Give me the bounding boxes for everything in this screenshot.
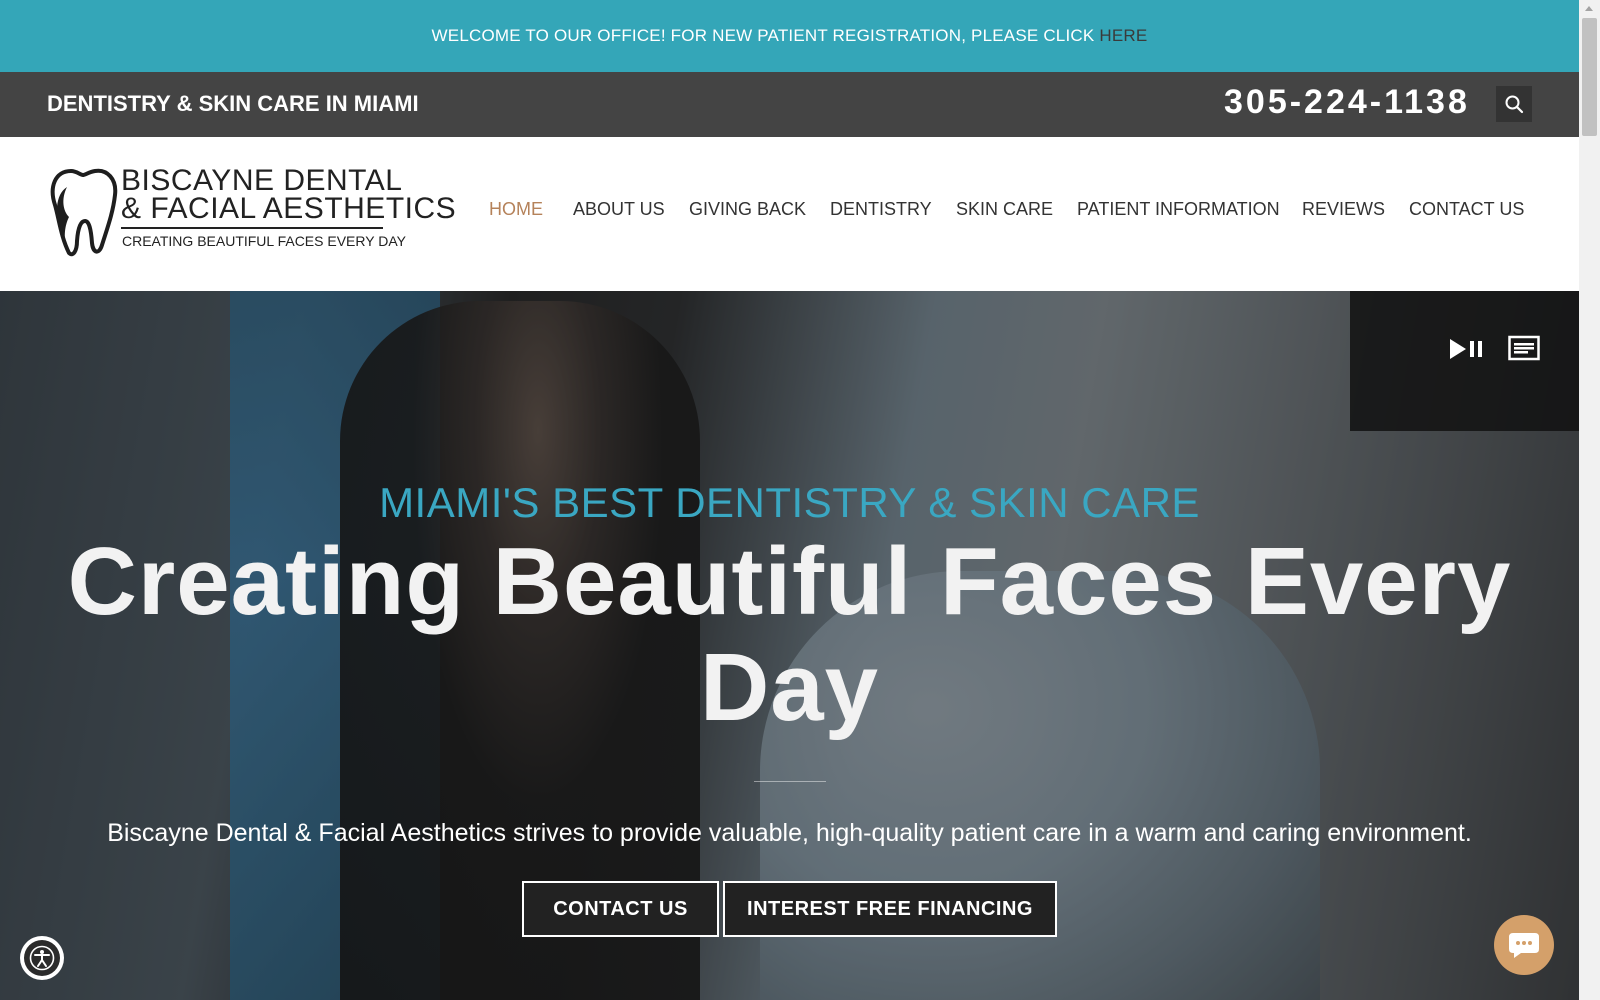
chat-icon — [1509, 933, 1539, 958]
scrollbar-thumb[interactable] — [1582, 18, 1597, 136]
accessibility-icon — [29, 945, 55, 971]
hero-subtext: Biscayne Dental & Facial Aesthetics stri… — [107, 819, 1472, 847]
nav-contact-us[interactable]: CONTACT US — [1409, 199, 1524, 220]
captions-icon — [1508, 335, 1540, 361]
play-pause-button[interactable] — [1448, 337, 1484, 361]
nav-patient-information[interactable]: PATIENT INFORMATION — [1077, 199, 1280, 220]
hero-headline: Creating Beautiful Faces Every Day — [67, 528, 1512, 741]
scroll-up-arrow-icon[interactable] — [1585, 6, 1593, 11]
site-header: BISCAYNE DENTAL & FACIAL AESTHETICS CREA… — [0, 137, 1579, 291]
play-pause-icon — [1450, 339, 1482, 359]
nav-dentistry[interactable]: DENTISTRY — [830, 199, 932, 220]
hero-kicker: MIAMI'S BEST DENTISTRY & SKIN CARE — [379, 479, 1200, 526]
search-icon — [1505, 95, 1524, 114]
announcement-text: WELCOME TO OUR OFFICE! FOR NEW PATIENT R… — [431, 26, 1095, 45]
chat-button[interactable] — [1494, 915, 1554, 975]
phone-number[interactable]: 305-224-1138 — [1224, 83, 1470, 122]
registration-link[interactable]: HERE — [1099, 26, 1147, 46]
nav-about-us[interactable]: ABOUT US — [573, 199, 665, 220]
nav-giving-back[interactable]: GIVING BACK — [689, 199, 806, 220]
nav-reviews[interactable]: REVIEWS — [1302, 199, 1385, 220]
page: WELCOME TO OUR OFFICE! FOR NEW PATIENT R… — [0, 0, 1579, 1000]
hero-section: MIAMI'S BEST DENTISTRY & SKIN CARE Creat… — [0, 291, 1579, 1000]
nav-home[interactable]: HOME — [489, 199, 543, 220]
logo-slogan: CREATING BEAUTIFUL FACES EVERY DAY — [122, 233, 406, 249]
accessibility-button[interactable] — [20, 936, 64, 980]
accessibility-badge — [24, 940, 60, 976]
site-tagline: DENTISTRY & SKIN CARE IN MIAMI — [47, 91, 419, 116]
announcement-bar: WELCOME TO OUR OFFICE! FOR NEW PATIENT R… — [0, 0, 1579, 72]
top-bar: DENTISTRY & SKIN CARE IN MIAMI 305-224-1… — [0, 72, 1579, 137]
financing-button[interactable]: INTEREST FREE FINANCING — [723, 881, 1057, 937]
scrollbar[interactable] — [1579, 0, 1600, 1000]
hero-divider — [754, 781, 826, 782]
search-button[interactable] — [1496, 86, 1532, 122]
main-nav: HOME ABOUT US GIVING BACK DENTISTRY SKIN… — [0, 199, 1579, 229]
captions-button[interactable] — [1508, 335, 1540, 361]
contact-us-button[interactable]: CONTACT US — [522, 881, 719, 937]
nav-skin-care[interactable]: SKIN CARE — [956, 199, 1053, 220]
